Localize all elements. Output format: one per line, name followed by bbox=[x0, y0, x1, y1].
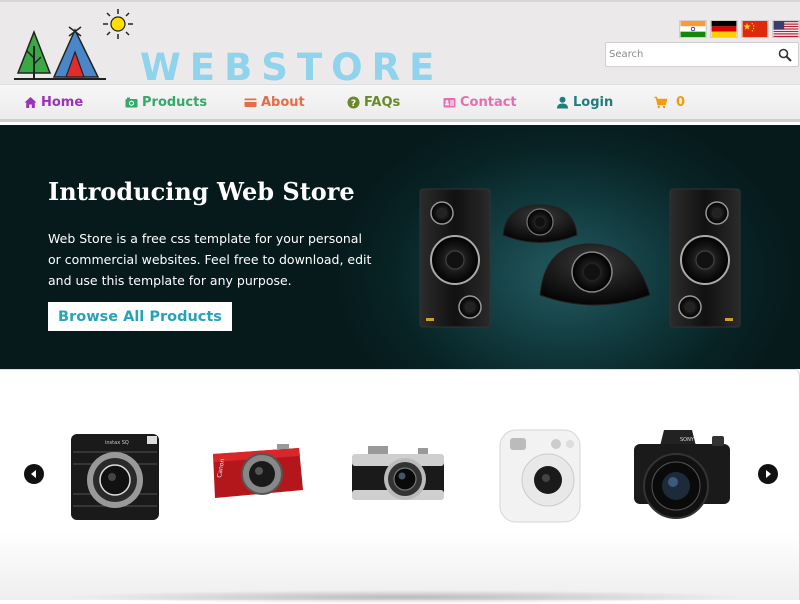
main-nav: Home Products About ? FAQs Contact Login… bbox=[0, 84, 800, 122]
product-sony-alpha-camera[interactable]: SONY bbox=[632, 424, 732, 524]
nav-about[interactable]: About bbox=[244, 95, 305, 110]
product-instax-mini-camera[interactable] bbox=[490, 424, 590, 524]
home-icon bbox=[24, 97, 37, 108]
hero-title: Introducing Web Store bbox=[48, 177, 355, 206]
cart-count: 0 bbox=[676, 95, 686, 110]
card-icon bbox=[244, 98, 257, 107]
usa-flag-icon[interactable] bbox=[772, 20, 800, 38]
nav-cart[interactable]: 0 bbox=[654, 95, 685, 110]
instax-mini-white-camera-image bbox=[499, 429, 581, 523]
product-instax-square-camera[interactable]: instax SQ bbox=[65, 424, 165, 524]
speakers-image bbox=[419, 188, 741, 328]
arrow-right-icon bbox=[766, 470, 771, 478]
nav-login[interactable]: Login bbox=[556, 95, 613, 110]
hero-description: Web Store is a free css template for you… bbox=[48, 231, 372, 288]
china-flag-icon[interactable] bbox=[741, 20, 769, 38]
sony-alpha-camera-image: SONY bbox=[634, 430, 730, 519]
nav-faqs[interactable]: ? FAQs bbox=[347, 95, 400, 110]
carousel-next-button[interactable] bbox=[758, 464, 778, 484]
canon-red-compact-camera-image: Canon bbox=[213, 444, 303, 498]
nav-faqs-label: FAQs bbox=[364, 95, 401, 110]
site-logo[interactable] bbox=[14, 6, 139, 82]
nav-home-label: Home bbox=[41, 95, 84, 110]
svg-text:SONY: SONY bbox=[680, 437, 695, 443]
hero-banner: Introducing Web Store Web Store is a fre… bbox=[0, 125, 800, 369]
carousel-shadow bbox=[60, 590, 750, 604]
contact-card-icon bbox=[443, 98, 456, 108]
instax-square-camera-image: instax SQ bbox=[71, 434, 159, 520]
india-flag-icon[interactable] bbox=[679, 20, 707, 38]
browse-all-products-button[interactable]: Browse All Products bbox=[48, 302, 232, 331]
nav-contact-label: Contact bbox=[460, 95, 517, 110]
search-icon[interactable] bbox=[778, 48, 792, 62]
language-flags bbox=[679, 20, 800, 38]
nav-contact[interactable]: Contact bbox=[443, 95, 517, 110]
germany-flag-icon[interactable] bbox=[710, 20, 738, 38]
nav-about-label: About bbox=[261, 95, 305, 110]
site-header: WEBSTORE bbox=[0, 0, 800, 89]
nav-products-label: Products bbox=[142, 95, 208, 110]
nav-products[interactable]: Products bbox=[125, 95, 207, 110]
nav-home[interactable]: Home bbox=[24, 95, 83, 110]
cart-icon bbox=[654, 96, 667, 109]
nav-login-label: Login bbox=[573, 95, 614, 110]
search-input[interactable] bbox=[609, 45, 769, 64]
user-icon bbox=[557, 96, 568, 109]
svg-text:instax SQ: instax SQ bbox=[105, 440, 129, 446]
arrow-left-icon bbox=[31, 470, 36, 478]
brand-name: WEBSTORE bbox=[140, 46, 444, 89]
product-panasonic-camera[interactable] bbox=[348, 424, 448, 524]
question-icon: ? bbox=[347, 96, 360, 109]
carousel-prev-button[interactable] bbox=[24, 464, 44, 484]
svg-text:?: ? bbox=[351, 99, 356, 109]
camera-icon bbox=[125, 97, 138, 108]
product-canon-red-camera[interactable]: Canon bbox=[207, 424, 307, 524]
tent-tree-logo-icon bbox=[14, 9, 133, 80]
search-box bbox=[605, 42, 799, 67]
panasonic-mirrorless-camera-image bbox=[352, 446, 444, 500]
